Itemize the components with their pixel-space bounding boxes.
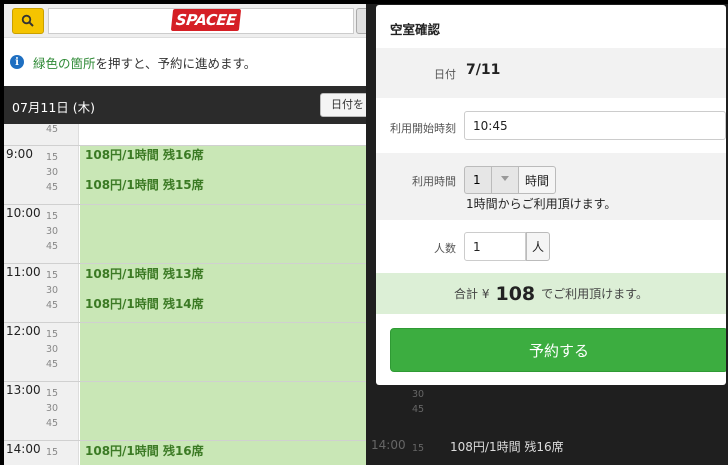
reserve-button[interactable]: 予約する: [390, 328, 726, 372]
people-input[interactable]: 1: [464, 232, 526, 261]
minute-label: 15: [46, 447, 59, 458]
info-icon: i: [10, 55, 24, 69]
start-time-input[interactable]: 10:45: [464, 111, 726, 140]
search-icon: [21, 14, 34, 27]
hour-label: 10:00: [6, 206, 41, 220]
time-column: [4, 124, 79, 465]
minute-label: 45: [46, 418, 59, 429]
minute-label: 45: [46, 182, 59, 193]
minute-label: 15: [412, 443, 425, 454]
duration-note: 1時間からご利用頂けます。: [466, 197, 617, 211]
minute-label: 30: [412, 389, 425, 400]
minute-label: 15: [46, 270, 59, 281]
minute-label: 30: [46, 344, 59, 355]
availability-dialog: 空室確認 日付 7/11 利用開始時刻 10:45 利用時間 1 時間 1時間か…: [376, 5, 726, 385]
date-row: 日付 7/11: [376, 48, 726, 98]
minute-label: 30: [46, 403, 59, 414]
duration-label: 利用時間: [412, 175, 456, 188]
minute-label: 45: [46, 124, 59, 135]
schedule-grid: 45 9:00 15 30 45 10:00 15 30 45 11:00 15…: [4, 124, 366, 465]
change-date-button[interactable]: 日付を: [320, 93, 366, 117]
minute-label: 45: [46, 241, 59, 252]
minute-label: 15: [46, 329, 59, 340]
slot-button[interactable]: 108円/1時間 残16席: [85, 146, 204, 163]
date-label: 日付: [434, 68, 456, 81]
slot-text: 108円/1時間 残16席: [450, 440, 564, 454]
hour-divider: [4, 381, 366, 382]
hour-divider: [4, 440, 366, 441]
total-suffix: でご利用頂けます。: [541, 287, 648, 301]
site-logo[interactable]: SPACEE: [170, 9, 242, 31]
current-date: 07月11日 (木): [12, 100, 96, 115]
people-label: 人数: [434, 242, 456, 255]
minute-label: 15: [46, 211, 59, 222]
duration-select[interactable]: 1: [464, 166, 519, 194]
slot-button[interactable]: 108円/1時間 残16席: [85, 442, 204, 459]
menu-button[interactable]: [356, 8, 366, 34]
start-time-row: 利用開始時刻 10:45: [376, 98, 726, 153]
hour-label: 11:00: [6, 265, 41, 279]
minute-label: 30: [46, 285, 59, 296]
hour-label: 14:00: [6, 442, 41, 456]
minute-label: 45: [412, 404, 425, 415]
people-row: 人数 1 人: [376, 220, 726, 273]
search-button[interactable]: [12, 8, 44, 34]
slot-button[interactable]: 108円/1時間 残15席: [85, 176, 204, 193]
minute-label: 30: [46, 226, 59, 237]
info-message: i 緑色の箇所 を押すと、予約に進めます。: [4, 38, 366, 86]
people-unit: 人: [526, 232, 550, 261]
minute-label: 15: [46, 152, 59, 163]
info-text: を押すと、予約に進めます。: [95, 55, 257, 71]
total-prefix: 合計 ¥: [454, 287, 490, 301]
hour-label: 14:00: [371, 438, 406, 452]
total-amount: 108: [495, 282, 536, 305]
hour-divider: [4, 263, 366, 264]
hour-label: 12:00: [6, 324, 41, 338]
hour-divider: [4, 204, 366, 205]
select-divider: [491, 167, 492, 193]
chevron-down-icon: [501, 176, 509, 181]
hour-label: 9:00: [6, 147, 33, 161]
date-value: 7/11: [466, 62, 501, 78]
start-time-label: 利用開始時刻: [390, 122, 456, 135]
dialog-title: 空室確認: [390, 22, 441, 37]
total-summary: 合計 ¥ 108 でご利用頂けます。: [376, 273, 726, 314]
duration-value: 1: [473, 173, 481, 187]
hour-divider: [4, 322, 366, 323]
date-bar: 07月11日 (木) 日付を: [4, 86, 366, 124]
duration-row: 利用時間 1 時間 1時間からご利用頂けます。: [376, 153, 726, 220]
info-highlight: 緑色の箇所: [33, 55, 96, 71]
schedule-page: SPACEE i 緑色の箇所 を押すと、予約に進めます。 07月11日 (木) …: [4, 4, 366, 465]
hour-label: 13:00: [6, 383, 41, 397]
minute-label: 45: [46, 300, 59, 311]
minute-label: 30: [46, 167, 59, 178]
top-bar: SPACEE: [4, 4, 366, 38]
slot-button[interactable]: 108円/1時間 残14席: [85, 295, 204, 312]
minute-label: 15: [46, 388, 59, 399]
minute-label: 45: [46, 359, 59, 370]
slot-button[interactable]: 108円/1時間 残13席: [85, 265, 204, 282]
duration-unit: 時間: [518, 166, 556, 194]
